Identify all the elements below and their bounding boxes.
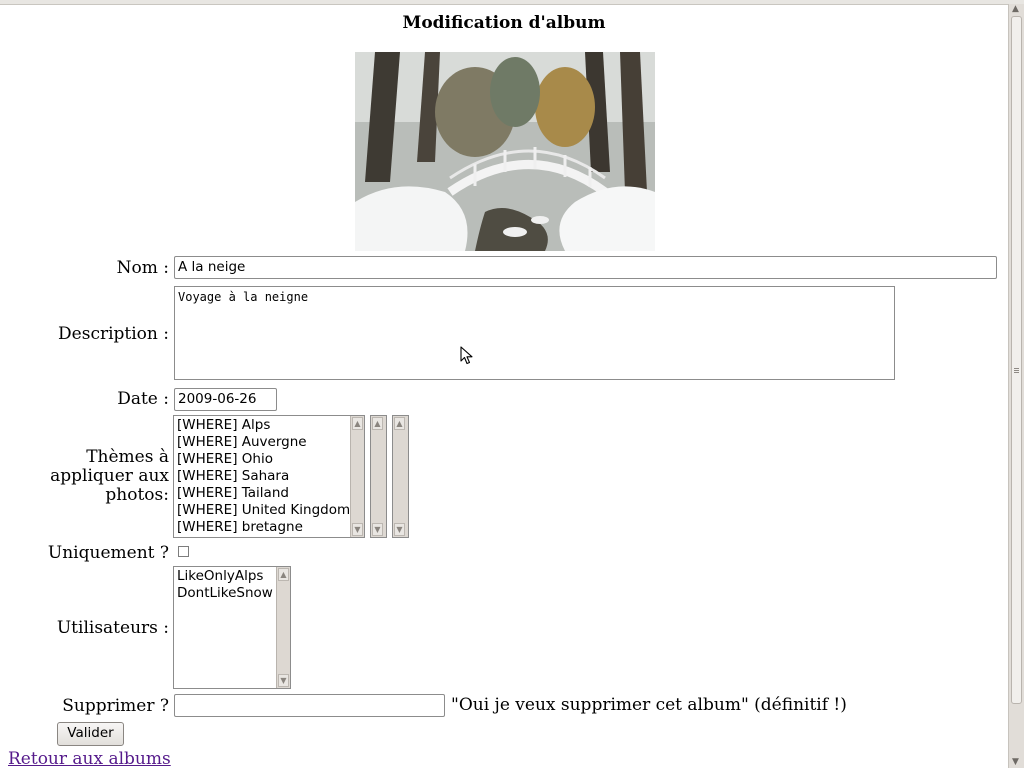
users-select[interactable]: LikeOnlyAlps DontLikeSnow ▲ ▼: [173, 566, 291, 689]
themes-option[interactable]: [WHERE] bretagne: [174, 519, 364, 536]
themes-select-3[interactable]: ▲ ▼: [392, 415, 409, 538]
themes-option[interactable]: [WHERE] Ohio: [174, 451, 364, 468]
uniquement-label: Uniquement ?: [47, 543, 169, 563]
themes-2-scrollbar[interactable]: ▲ ▼: [371, 416, 386, 537]
snow-bridge-image: [355, 52, 655, 251]
submit-button[interactable]: Valider: [57, 722, 124, 746]
page-scrollbar[interactable]: ▲ ▼: [1008, 4, 1024, 768]
chevron-up-icon[interactable]: ▲: [394, 417, 405, 430]
utilisateurs-label: Utilisateurs :: [56, 618, 169, 638]
users-scrollbar[interactable]: ▲ ▼: [276, 567, 290, 688]
nom-label: Nom :: [116, 258, 169, 278]
users-option[interactable]: DontLikeSnow: [174, 585, 290, 602]
chevron-down-icon[interactable]: ▼: [394, 523, 405, 536]
themes-label-line-1: Thèmes à: [86, 447, 169, 467]
chevron-down-icon[interactable]: ▼: [278, 674, 289, 687]
back-to-albums-link[interactable]: Retour aux albums: [8, 749, 171, 769]
themes-select-2[interactable]: ▲ ▼: [370, 415, 387, 538]
nom-input[interactable]: A la neige: [174, 256, 997, 279]
themes-label: Thèmes à appliquer aux photos:: [40, 448, 169, 505]
page-title: Modification d'album: [402, 13, 606, 33]
themes-label-line-2: appliquer aux: [50, 466, 169, 486]
supprimer-label: Supprimer ?: [62, 696, 169, 716]
chevron-up-icon[interactable]: ▲: [278, 568, 289, 581]
page-content: Modification d'album Nom : A la neige De…: [0, 4, 1008, 769]
uniquement-checkbox[interactable]: [178, 546, 189, 557]
date-label: Date :: [117, 389, 169, 409]
date-input-value: 2009-06-26: [178, 391, 257, 407]
themes-option[interactable]: [WHERE] United Kingdom: [174, 502, 364, 519]
themes-option[interactable]: [WHERE] Tailand: [174, 485, 364, 502]
themes-option[interactable]: [WHERE] Auvergne: [174, 434, 364, 451]
album-photo: [355, 52, 655, 251]
nom-input-value: A la neige: [178, 259, 246, 275]
themes-scrollbar[interactable]: ▲ ▼: [350, 416, 364, 537]
description-textarea[interactable]: Voyage à la neigne: [174, 286, 895, 380]
page-scrollbar-thumb[interactable]: [1011, 16, 1022, 704]
chevron-up-icon[interactable]: ▲: [372, 417, 383, 430]
mouse-cursor-icon: [460, 346, 473, 365]
themes-option[interactable]: [WHERE] Sahara: [174, 468, 364, 485]
themes-3-scrollbar[interactable]: ▲ ▼: [393, 416, 408, 537]
description-label: Description :: [58, 324, 169, 344]
users-option[interactable]: LikeOnlyAlps: [174, 568, 290, 585]
supprimer-hint: "Oui je veux supprimer cet album" (défin…: [451, 695, 847, 715]
themes-label-line-3: photos:: [105, 485, 169, 505]
date-input[interactable]: 2009-06-26: [174, 388, 277, 411]
scroll-grip-line: [1014, 372, 1019, 373]
chevron-up-icon[interactable]: ▲: [1012, 4, 1019, 14]
scroll-grip-line: [1014, 368, 1019, 369]
themes-select[interactable]: [WHERE] Alps [WHERE] Auvergne [WHERE] Oh…: [173, 415, 365, 538]
scroll-grip-line: [1014, 370, 1019, 371]
description-value: Voyage à la neigne: [178, 290, 309, 304]
chevron-down-icon[interactable]: ▼: [352, 523, 363, 536]
themes-option[interactable]: [WHERE] Alps: [174, 417, 364, 434]
chevron-up-icon[interactable]: ▲: [352, 417, 363, 430]
chevron-down-icon[interactable]: ▼: [1012, 757, 1019, 767]
supprimer-input[interactable]: [174, 694, 445, 717]
chevron-down-icon[interactable]: ▼: [372, 523, 383, 536]
